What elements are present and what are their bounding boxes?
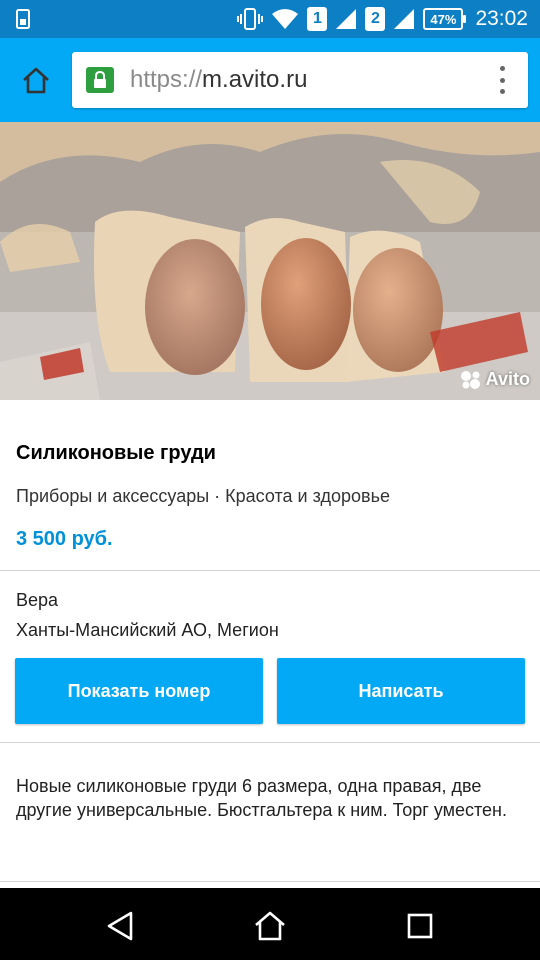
home-icon	[23, 67, 49, 94]
url-text: https://m.avito.ru	[130, 66, 307, 94]
divider	[0, 881, 540, 882]
system-nav-bar	[0, 888, 540, 960]
listing-price: 3 500 руб.	[16, 528, 113, 550]
sim2-badge: 2	[365, 7, 386, 31]
lock-icon	[86, 67, 114, 93]
seller-location: Ханты-Мансийский АО, Мегион	[16, 620, 279, 640]
back-triangle-icon	[107, 911, 133, 941]
listing-photo[interactable]: Avito	[0, 122, 540, 400]
url-protocol: https://	[130, 66, 203, 93]
watermark-text: Avito	[485, 369, 530, 389]
home-nav-button[interactable]	[250, 906, 290, 946]
more-vert-icon[interactable]	[492, 66, 512, 94]
seller-name[interactable]: Вера	[16, 590, 58, 611]
browser-toolbar: https://m.avito.ru	[0, 38, 540, 122]
signal-icon	[394, 9, 415, 29]
recents-button[interactable]	[400, 906, 440, 946]
address-bar[interactable]: https://m.avito.ru	[72, 52, 528, 108]
sim1-badge: 1	[307, 7, 328, 31]
avito-watermark: Avito	[460, 369, 530, 390]
home-outline-icon	[255, 911, 285, 941]
divider	[0, 570, 540, 571]
listing-title: Силиконовые груди	[16, 442, 216, 464]
divider	[0, 742, 540, 743]
listing-description: Новые силиконовые груди 6 размера, одна …	[16, 776, 507, 820]
status-icons: 1 2 47% 23:02	[237, 0, 528, 38]
signal-icon	[336, 9, 357, 29]
url-host: m.avito.ru	[202, 66, 308, 93]
listing-category[interactable]: Приборы и аксессуары · Красота и здоровь…	[16, 486, 390, 507]
write-message-button[interactable]: Написать	[277, 658, 525, 724]
show-number-button[interactable]: Показать номер	[15, 658, 263, 724]
status-bar: 1 2 47% 23:02	[0, 0, 540, 38]
home-button[interactable]	[14, 58, 58, 102]
clock: 23:02	[475, 7, 528, 30]
listing-photo-image	[0, 122, 540, 400]
back-button[interactable]	[100, 906, 140, 946]
wifi-icon	[272, 9, 299, 29]
sim-card-icon	[16, 9, 30, 29]
vibrate-icon	[237, 8, 264, 30]
avito-logo-icon	[460, 370, 480, 389]
battery-indicator: 47%	[423, 8, 467, 30]
recents-square-icon	[407, 913, 433, 939]
